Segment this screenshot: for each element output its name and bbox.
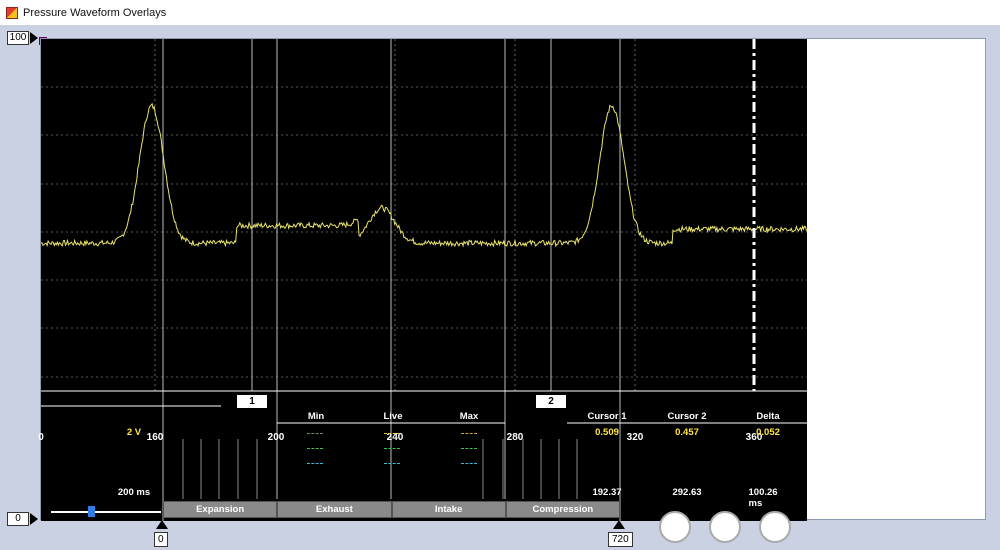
delta-value: 0.052: [756, 427, 780, 438]
scale-value: 2 V: [126, 427, 142, 438]
y-max-handle[interactable]: [30, 32, 38, 44]
timebase-slider-track[interactable]: [51, 511, 161, 513]
max-legend-line: [461, 433, 477, 434]
x-tick: 320: [626, 432, 644, 443]
y-min-handle[interactable]: [30, 513, 38, 525]
cursor1-time: 192.37: [592, 487, 622, 498]
min-legend-line: [307, 433, 323, 434]
y-min-label[interactable]: 0: [7, 512, 29, 526]
x-tick: 280: [506, 432, 524, 443]
phase-exhaust[interactable]: Exhaust: [277, 501, 392, 518]
window-title: Pressure Waveform Overlays: [23, 6, 167, 19]
scope-display: 0 160 200 240 280 320 360 1 2 Min Live M…: [38, 39, 807, 543]
max-header: Max: [459, 411, 479, 422]
cursor2-time: 292.63: [672, 487, 702, 498]
x-end-handle[interactable]: [613, 520, 625, 529]
title-bar: Pressure Waveform Overlays: [0, 0, 1000, 25]
cursor1-marker[interactable]: 1: [237, 395, 267, 408]
live-legend-line-green: [384, 448, 400, 449]
phase-intake[interactable]: Intake: [391, 501, 506, 518]
min-header: Min: [307, 411, 325, 422]
x-tick: 200: [267, 432, 285, 443]
cursor2-value: 0.457: [675, 427, 699, 438]
max-legend-line-green: [461, 448, 477, 449]
x-start-label[interactable]: 0: [154, 532, 168, 547]
app-icon: [6, 6, 18, 19]
step-button[interactable]: [709, 511, 741, 543]
x-tick: 160: [146, 432, 164, 443]
y-max-label[interactable]: 100: [7, 31, 29, 45]
min-legend-line-cyan: [307, 463, 323, 464]
live-legend-line: [384, 433, 400, 434]
cursor1-header: Cursor 1: [587, 411, 627, 422]
cursor2-marker[interactable]: 2: [536, 395, 566, 408]
engine-phases-bar: Expansion Exhaust Intake Compression: [163, 501, 620, 518]
cursor2-header: Cursor 2: [667, 411, 707, 422]
settings-button[interactable]: [759, 511, 791, 543]
x-tick: 0: [38, 432, 44, 443]
waveform-panel: 0 160 200 240 280 320 360 1 2 Min Live M…: [38, 38, 986, 543]
max-legend-line-cyan: [461, 463, 477, 464]
live-header: Live: [383, 411, 403, 422]
timebase-value: 200 ms: [117, 487, 151, 498]
delta-time: 100.26 ms: [748, 487, 778, 509]
x-end-label[interactable]: 720: [608, 532, 633, 547]
waveform-chart[interactable]: [41, 39, 807, 521]
play-button[interactable]: [659, 511, 691, 543]
cursor1-value: 0.509: [595, 427, 619, 438]
live-legend-line-cyan: [384, 463, 400, 464]
timebase-slider-thumb[interactable]: [88, 506, 95, 517]
delta-header: Delta: [756, 411, 780, 422]
phase-expansion[interactable]: Expansion: [163, 501, 278, 518]
phase-compression[interactable]: Compression: [505, 501, 620, 518]
waveform-trace: [41, 102, 807, 248]
min-legend-line-green: [307, 448, 323, 449]
x-start-handle[interactable]: [156, 520, 168, 529]
